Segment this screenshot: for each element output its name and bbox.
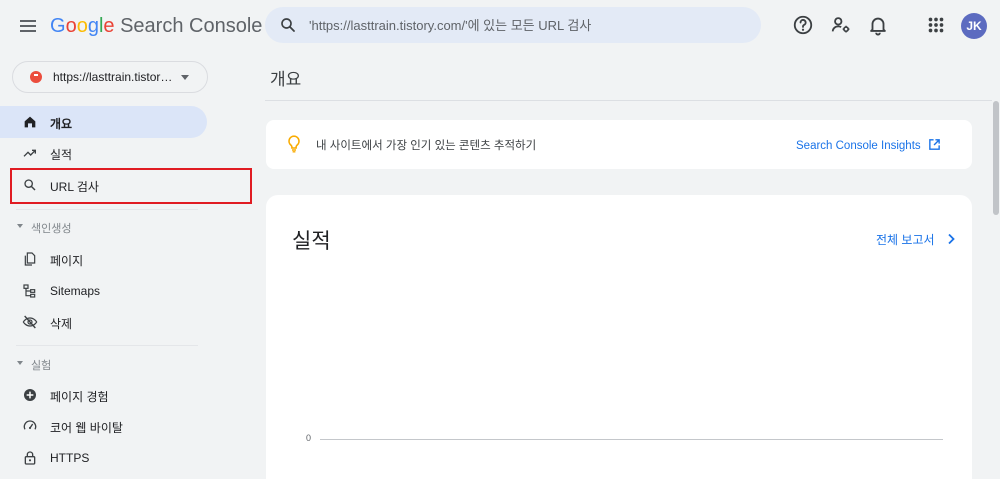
lock-icon — [24, 451, 36, 465]
collapse-arrow-icon — [17, 361, 23, 365]
full-report-label: 전체 보고서 — [876, 233, 935, 247]
insights-card: 내 사이트에서 가장 인기 있는 콘텐츠 추적하기 Search Console… — [266, 120, 972, 169]
apps-grid-icon[interactable] — [925, 14, 947, 36]
dropdown-arrow-icon — [181, 75, 189, 80]
performance-title: 실적 — [292, 230, 331, 253]
tistory-favicon-icon — [30, 71, 42, 83]
page-title: 개요 — [270, 70, 302, 89]
section-experience[interactable]: 실험 — [0, 353, 200, 375]
home-icon — [24, 116, 36, 128]
sidebar-item-performance[interactable]: 실적 — [0, 137, 207, 169]
sidebar-divider — [16, 209, 198, 210]
insights-link-label: Search Console Insights — [796, 140, 921, 152]
url-inspection-search[interactable] — [265, 7, 761, 43]
property-selector[interactable]: https://lasttrain.tistory.com/ — [12, 61, 208, 93]
search-console-insights-link[interactable]: Search Console Insights — [796, 136, 940, 154]
open-in-new-icon — [929, 139, 940, 150]
property-url: https://lasttrain.tistory.com/ — [53, 70, 173, 84]
search-icon — [24, 179, 36, 191]
sidebar-item-label: 페이지 경험 — [50, 390, 109, 404]
sidebar-item-label: 개요 — [50, 117, 73, 131]
sidebar-item-page-experience[interactable]: 페이지 경험 — [0, 379, 207, 411]
visibility-off-icon — [22, 315, 38, 329]
pages-icon — [24, 252, 36, 266]
manage-users-icon[interactable] — [830, 14, 852, 36]
sidebar-divider — [16, 345, 198, 346]
insights-text: 내 사이트에서 가장 인기 있는 콘텐츠 추적하기 — [316, 140, 537, 152]
sidebar-item-removals[interactable]: 삭제 — [0, 306, 207, 338]
search-input[interactable] — [309, 7, 749, 43]
section-title: 실험 — [31, 360, 52, 372]
performance-card: 실적 전체 보고서 0 — [266, 195, 972, 479]
lightbulb-icon — [288, 135, 300, 153]
section-indexing[interactable]: 색인생성 — [0, 216, 200, 238]
sidebar-item-label: 삭제 — [50, 317, 73, 331]
chevron-right-icon — [948, 233, 955, 245]
sidebar-item-pages[interactable]: 페이지 — [0, 243, 207, 275]
sidebar-item-overview[interactable]: 개요 — [0, 106, 207, 138]
section-title: 색인생성 — [31, 223, 72, 235]
trending-up-icon — [23, 149, 36, 157]
sidebar-item-label: HTTPS — [50, 451, 90, 465]
search-icon — [281, 18, 295, 32]
help-icon[interactable] — [792, 14, 814, 36]
sidebar-item-core-web-vitals[interactable]: 코어 웹 바이탈 — [0, 410, 207, 442]
product-name: Search Console — [120, 15, 263, 37]
top-app-bar: Google Search Console JK — [0, 0, 1000, 52]
sidebar-item-https[interactable]: HTTPS — [0, 442, 207, 474]
sidebar-item-label: Sitemaps — [50, 284, 101, 298]
collapse-arrow-icon — [17, 224, 23, 228]
menu-icon[interactable] — [17, 14, 41, 38]
account-avatar[interactable]: JK — [961, 13, 987, 39]
sitemap-icon — [23, 284, 36, 298]
sidebar-item-label: 실적 — [50, 148, 73, 162]
notifications-icon[interactable] — [867, 14, 889, 36]
title-divider — [265, 100, 992, 101]
chart-baseline — [320, 439, 943, 440]
sidebar-item-url-inspection[interactable]: URL 검사 — [0, 169, 207, 201]
sidebar-item-label: URL 검사 — [50, 180, 99, 194]
full-report-link[interactable]: 전체 보고서 — [876, 231, 955, 247]
scrollbar-thumb[interactable] — [993, 101, 999, 215]
add-circle-icon — [24, 389, 36, 401]
sidebar-item-sitemaps[interactable]: Sitemaps — [0, 275, 207, 307]
speed-gauge-icon — [23, 420, 37, 430]
google-search-console-logo[interactable]: Google Search Console — [50, 14, 262, 38]
sidebar-item-label: 코어 웹 바이탈 — [50, 421, 123, 435]
y-axis-tick-label: 0 — [306, 433, 312, 443]
sidebar-item-label: 페이지 — [50, 254, 84, 268]
